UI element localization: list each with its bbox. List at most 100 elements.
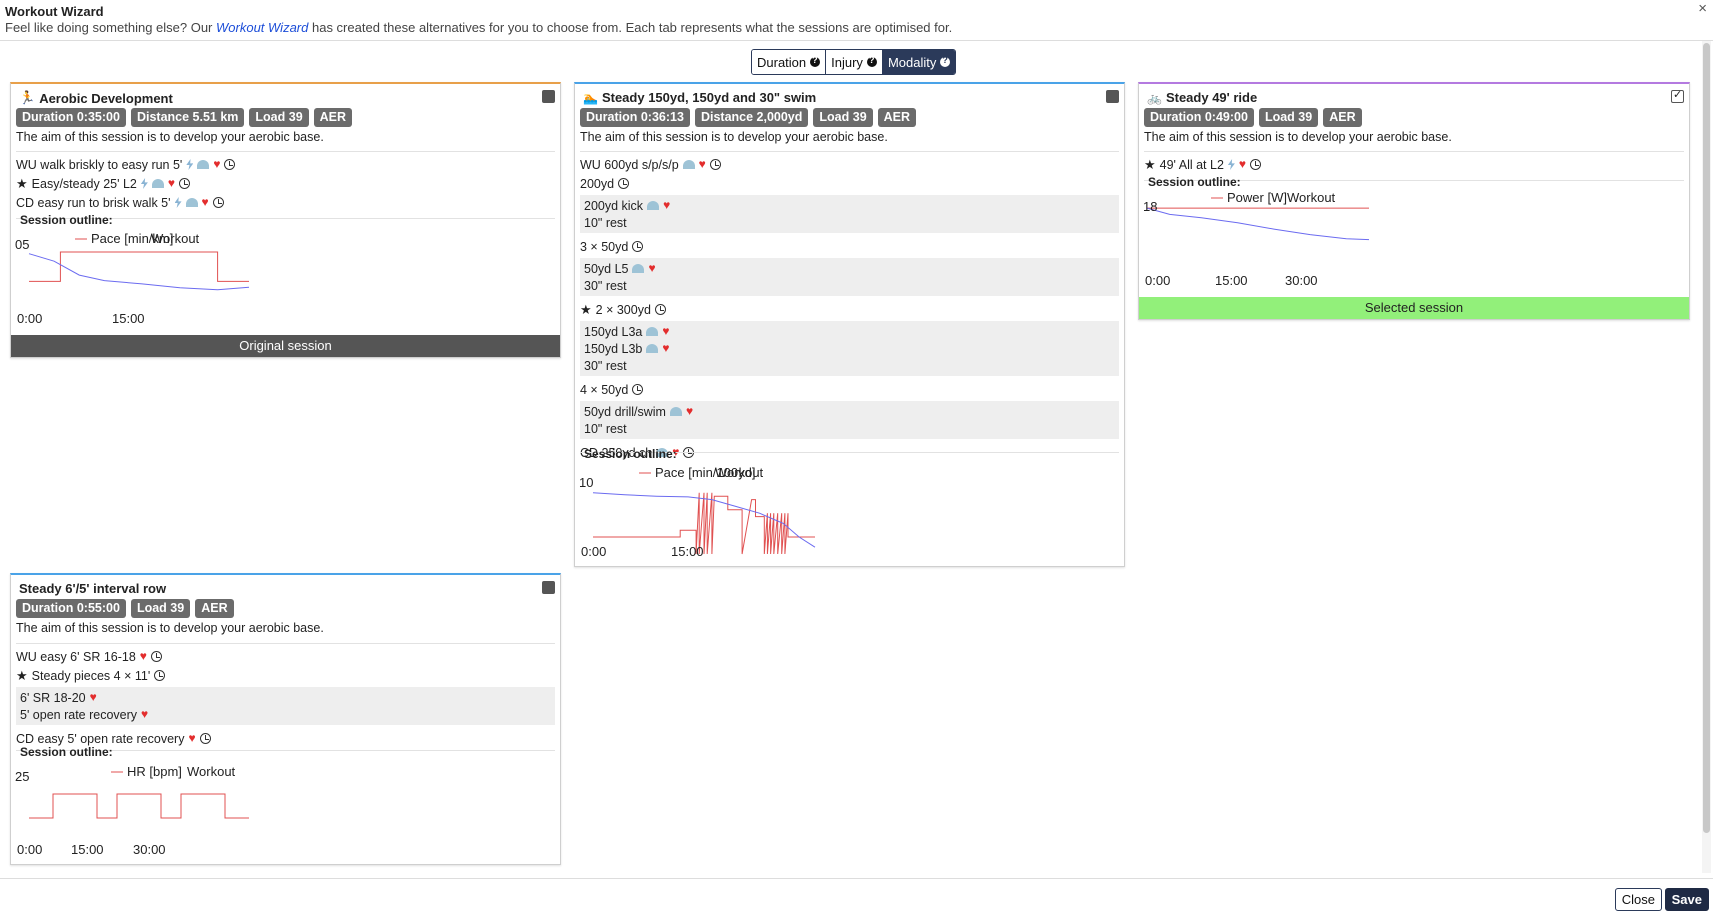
load-badge[interactable]: Load 39 [130, 599, 191, 618]
step-text: 10" rest [584, 215, 627, 230]
tab-duration[interactable]: Duration [752, 50, 827, 74]
distance-badge: Distance 2,000yd [694, 108, 809, 127]
gauge-icon [151, 179, 164, 188]
scrollbar-thumb[interactable] [1703, 43, 1710, 833]
clock-icon [618, 178, 630, 189]
step-text: 2 × 300yd [595, 302, 651, 317]
select-checkbox[interactable] [1106, 90, 1119, 103]
close-icon[interactable]: × [1698, 0, 1707, 17]
step-text: 50yd drill/swim [584, 404, 666, 419]
bolt-icon [186, 159, 194, 170]
step-item: 150yd L3b ♥ [584, 340, 1115, 357]
session-card-row[interactable]: Steady 6'/5' interval row Duration 0:55:… [10, 573, 561, 865]
session-card-run[interactable]: 🏃 Aerobic Development Duration 0:35:00 D… [10, 82, 561, 358]
step-group: 50yd drill/swim ♥ 10" rest [580, 401, 1119, 439]
gauge-icon [669, 407, 682, 416]
series-line [1146, 207, 1370, 241]
session-card-swim[interactable]: 🏊 Steady 150yd, 150yd and 30" swim Durat… [574, 82, 1125, 567]
step-text: CD easy 5' open rate recovery [16, 731, 185, 746]
step-item: CD easy run to brisk walk 5' ♥ [16, 193, 555, 212]
x-tick-label: 0:00 [581, 544, 606, 559]
series-line [29, 793, 249, 819]
divider [580, 151, 1119, 152]
step-item: WU 600yd s/p/s/p ♥ [580, 155, 1119, 174]
heart-icon: ♥ [662, 341, 670, 355]
step-text: 5' open rate recovery [20, 707, 138, 722]
load-badge[interactable]: Load 39 [249, 108, 309, 127]
legend-label: Workout [1287, 190, 1336, 205]
step-item: 30" rest [584, 277, 1115, 294]
close-button[interactable]: Close [1614, 888, 1662, 911]
tab-injury[interactable]: Injury [826, 50, 883, 74]
gauge-icon [197, 160, 210, 169]
step-text: Easy/steady 25' L2 [31, 176, 137, 191]
save-button[interactable]: Save [1664, 888, 1709, 911]
series-line [29, 251, 249, 282]
step-text: 49' All at L2 [1159, 157, 1224, 172]
step-text: WU 600yd s/p/s/p [580, 157, 679, 172]
badges: Duration 0:35:00 Distance 5.51 km Load 3… [16, 108, 353, 127]
select-checkbox[interactable] [1671, 88, 1684, 103]
badges: Duration 0:49:00 Load 39 AER [1144, 108, 1362, 127]
legend-label: HR [bpm] [127, 764, 182, 779]
swim-icon: 🏊 [583, 90, 598, 105]
aer-badge: AER [313, 108, 353, 127]
step-item: WU walk briskly to easy run 5' ♥ [16, 155, 555, 174]
gauge-icon [646, 344, 659, 353]
step-item: 50yd drill/swim ♥ [584, 403, 1115, 420]
step-item: ★ 49' All at L2 ♥ [1144, 155, 1684, 174]
step-item: 50yd L5 ♥ [584, 260, 1115, 277]
session-card-ride[interactable]: 🚲 Steady 49' ride Duration 0:49:00 Load … [1138, 82, 1690, 320]
card-header: 🏃 Aerobic Development [19, 90, 173, 106]
card-header: Steady 6'/5' interval row [19, 581, 166, 596]
gauge-icon [646, 327, 659, 336]
heart-icon: ♥ [698, 157, 706, 171]
heart-icon: ♥ [89, 690, 97, 704]
step-text: 150yd L3b [584, 341, 643, 356]
clock-icon [154, 670, 166, 681]
step-text: CD easy run to brisk walk 5' [16, 195, 171, 210]
aer-badge: AER [1323, 108, 1362, 127]
dialog-title: Workout Wizard [5, 4, 104, 19]
divider [16, 643, 555, 644]
step-item: 150yd L3a ♥ [584, 323, 1115, 340]
aim-text: The aim of this session is to develop yo… [16, 621, 324, 635]
gauge-icon [632, 264, 645, 273]
card-title: Aerobic Development [39, 90, 173, 106]
aim-text: The aim of this session is to develop yo… [1144, 130, 1452, 144]
scrollbar[interactable] [1702, 41, 1711, 873]
heart-icon: ♥ [662, 324, 670, 338]
dialog-footer: Close Save [0, 878, 1713, 915]
session-outline-chart: HR [bpm] Workout 25 0:00 15:00 30:00 [15, 764, 249, 857]
heart-icon: ♥ [1238, 157, 1247, 171]
legend-label: Power [W] [1227, 190, 1287, 205]
load-badge[interactable]: Load 39 [1258, 108, 1319, 127]
step-item: 10" rest [584, 214, 1115, 231]
selected-session-footer: Selected session [1139, 297, 1689, 319]
duration-badge: Duration 0:55:00 [16, 599, 126, 618]
bike-icon: 🚲 [1147, 90, 1162, 105]
y-tick-label: 10 [579, 475, 593, 490]
chart-legend: HR [bpm] Workout [111, 764, 236, 779]
duration-badge: Duration 0:36:13 [580, 108, 690, 127]
load-badge[interactable]: Load 39 [813, 108, 873, 127]
step-list: WU walk briskly to easy run 5' ♥ ★ Easy/st… [16, 155, 555, 212]
bolt-icon [140, 178, 148, 189]
card-title: Steady 150yd, 150yd and 30" swim [601, 90, 817, 105]
clock-icon [150, 651, 162, 662]
aer-badge: AER [877, 108, 917, 127]
card-header: 🚲 Steady 49' ride [1147, 90, 1257, 105]
x-tick-label: 30:00 [1285, 273, 1318, 288]
workout-wizard-link[interactable]: Workout Wizard [216, 20, 308, 35]
clock-icon [654, 304, 666, 315]
x-tick-label: 15:00 [71, 842, 104, 857]
select-checkbox[interactable] [542, 581, 555, 594]
legend-label: Workout [187, 764, 236, 779]
heart-icon: ♥ [141, 707, 149, 721]
heart-icon: ♥ [648, 261, 656, 275]
tab-modality[interactable]: Modality [882, 50, 956, 74]
step-text: 30" rest [584, 358, 627, 373]
select-checkbox[interactable] [542, 90, 555, 103]
divider [1144, 151, 1684, 152]
heart-icon: ♥ [685, 404, 694, 418]
